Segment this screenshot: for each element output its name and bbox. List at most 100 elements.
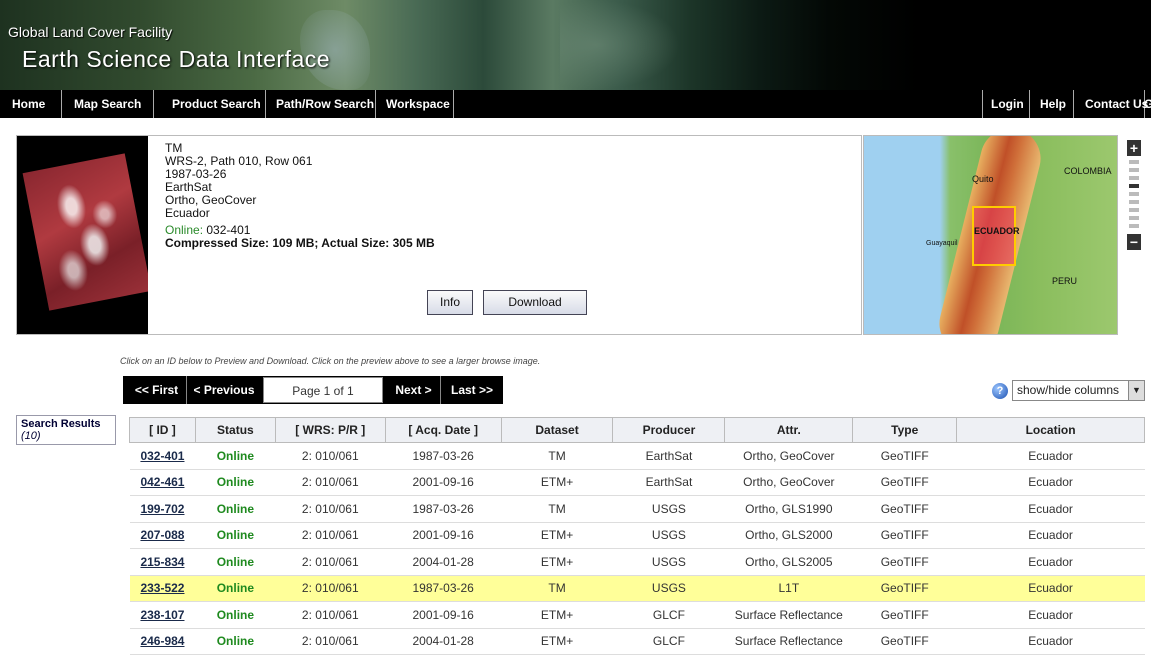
show-hide-columns-label: show/hide columns bbox=[1017, 383, 1120, 397]
zoom-level-tick[interactable] bbox=[1129, 224, 1139, 228]
chevron-down-icon[interactable]: ▼ bbox=[1128, 381, 1144, 400]
show-hide-columns-select[interactable]: show/hide columns ▼ bbox=[1012, 380, 1145, 401]
column-header-dataset: Dataset bbox=[500, 417, 614, 443]
table-row[interactable]: 215-834 Online 2: 010/061 2004-01-28 ETM+ USG… bbox=[129, 548, 1145, 576]
search-results-box: Search Results (10) bbox=[16, 415, 116, 445]
table-row[interactable]: 042-461 Online 2: 010/061 2001-09-16 ETM+ Ear… bbox=[129, 469, 1145, 496]
cell-status: Online bbox=[195, 522, 276, 549]
first-page-button[interactable]: << First bbox=[127, 376, 187, 404]
table-row[interactable]: 032-401 Online 2: 010/061 1987-03-26 TM Earth… bbox=[129, 442, 1145, 470]
cell-location: Ecuador bbox=[956, 469, 1145, 496]
cell-dataset: TM bbox=[501, 495, 613, 523]
map-label-colombia: COLOMBIA bbox=[1064, 166, 1112, 176]
cell-id[interactable]: 215-834 bbox=[129, 548, 196, 576]
cell-status: Online bbox=[195, 442, 276, 470]
scene-preview-panel: TM WRS-2, Path 010, Row 061 1987-03-26 E… bbox=[16, 135, 862, 335]
zoom-level-tick-current[interactable] bbox=[1129, 184, 1139, 188]
info-button[interactable]: Info bbox=[427, 290, 473, 315]
cell-wrs-path-row: 2: 010/061 bbox=[275, 548, 386, 576]
zoom-level-tick[interactable] bbox=[1129, 160, 1139, 164]
site-title: Earth Science Data Interface bbox=[22, 46, 331, 72]
cell-status: Online bbox=[195, 628, 276, 655]
scene-metadata: TM WRS-2, Path 010, Row 061 1987-03-26 E… bbox=[165, 142, 435, 250]
zoom-in-button[interactable]: + bbox=[1127, 140, 1141, 156]
table-row[interactable]: 246-984 Online 2: 010/061 2004-01-28 ETM+ GLC… bbox=[129, 628, 1145, 655]
cell-id[interactable]: 207-088 bbox=[129, 522, 196, 549]
nav-home[interactable]: Home bbox=[4, 90, 62, 118]
cell-type: GeoTIFF bbox=[852, 575, 957, 602]
cell-producer: EarthSat bbox=[612, 469, 725, 496]
zoom-out-button[interactable]: − bbox=[1127, 234, 1141, 250]
nav-contact-us[interactable]: Contact Us bbox=[1077, 90, 1148, 118]
map-label-peru: PERU bbox=[1052, 276, 1078, 286]
zoom-level-tick[interactable] bbox=[1129, 176, 1139, 180]
results-table: [ ID ] Status[ WRS: P/R ][ Acq. Date ] Dat… bbox=[129, 417, 1145, 655]
previous-page-button[interactable]: < Previous bbox=[189, 376, 259, 404]
zoom-level-tick[interactable] bbox=[1129, 168, 1139, 172]
map-label-ecuador: ECUADOR bbox=[974, 226, 1020, 236]
column-header-location: Location bbox=[956, 417, 1145, 443]
zoom-level-tick[interactable] bbox=[1129, 200, 1139, 204]
cell-id[interactable]: 042-461 bbox=[129, 469, 196, 496]
cell-id[interactable]: 246-984 bbox=[129, 628, 196, 655]
cell-status: Online bbox=[195, 548, 276, 576]
cell-status: Online bbox=[195, 469, 276, 496]
map-label-quito: Quito bbox=[972, 174, 994, 184]
cell-wrs-path-row: 2: 010/061 bbox=[275, 522, 386, 549]
cell-type: GeoTIFF bbox=[852, 628, 957, 655]
zoom-level-tick[interactable] bbox=[1129, 192, 1139, 196]
zoom-level-tick[interactable] bbox=[1129, 208, 1139, 212]
column-header-wrs-path-row[interactable]: [ WRS: P/R ] bbox=[274, 417, 386, 443]
cell-dataset: ETM+ bbox=[501, 469, 613, 496]
help-icon[interactable]: ? bbox=[992, 383, 1008, 399]
main-nav: Home Map Search Product Search Path/Row … bbox=[0, 90, 1151, 118]
cell-id[interactable]: 199-702 bbox=[129, 495, 196, 523]
cell-id[interactable]: 032-401 bbox=[129, 442, 196, 470]
nav-workspace[interactable]: Workspace bbox=[378, 90, 454, 118]
banner-coastline-imagery bbox=[560, 0, 680, 90]
cell-dataset: TM bbox=[501, 442, 613, 470]
cell-wrs-path-row: 2: 010/061 bbox=[275, 495, 386, 523]
cell-dataset: ETM+ bbox=[501, 548, 613, 576]
cell-acq-date: 2001-09-16 bbox=[385, 601, 502, 629]
cell-location: Ecuador bbox=[956, 575, 1145, 602]
cell-location: Ecuador bbox=[956, 442, 1145, 470]
search-results-count: (10) bbox=[21, 430, 41, 442]
cell-attributes: L1T bbox=[724, 575, 853, 602]
cell-wrs-path-row: 2: 010/061 bbox=[275, 469, 386, 496]
column-header-id[interactable]: [ ID ] bbox=[129, 417, 196, 443]
scene-browse-thumbnail[interactable] bbox=[17, 136, 148, 334]
scene-location: Ecuador bbox=[165, 206, 210, 220]
column-header-acq-date[interactable]: [ Acq. Date ] bbox=[384, 417, 502, 443]
scene-image[interactable] bbox=[22, 153, 148, 311]
nav-help[interactable]: Help bbox=[1032, 90, 1074, 118]
zoom-level-tick[interactable] bbox=[1129, 216, 1139, 220]
last-page-button[interactable]: Last >> bbox=[443, 376, 501, 404]
cell-wrs-path-row: 2: 010/061 bbox=[275, 628, 386, 655]
cell-acq-date: 2001-09-16 bbox=[385, 469, 502, 496]
map-zoom-control: + − bbox=[1127, 140, 1141, 250]
download-button[interactable]: Download bbox=[483, 290, 587, 315]
nav-product-search[interactable]: Product Search bbox=[164, 90, 266, 118]
online-id: 032-401 bbox=[206, 223, 251, 237]
cell-id[interactable]: 233-522 bbox=[129, 575, 196, 602]
next-page-button[interactable]: Next > bbox=[387, 376, 441, 404]
cell-attributes: Ortho, GeoCover bbox=[724, 469, 853, 496]
nav-map-search[interactable]: Map Search bbox=[66, 90, 154, 118]
cell-id[interactable]: 238-107 bbox=[129, 601, 196, 629]
cell-type: GeoTIFF bbox=[852, 469, 957, 496]
cell-acq-date: 1987-03-26 bbox=[385, 495, 502, 523]
table-row[interactable]: 238-107 Online 2: 010/061 2001-09-16 ETM+ GLC… bbox=[129, 601, 1145, 629]
location-map[interactable]: COLOMBIA Quito ECUADOR Guayaquil PERU bbox=[863, 135, 1118, 335]
nav-path-row-search[interactable]: Path/Row Search bbox=[268, 90, 376, 118]
cell-attributes: Ortho, GLS1990 bbox=[724, 495, 853, 523]
table-row[interactable]: 199-702 Online 2: 010/061 1987-03-26 TM USGS O… bbox=[129, 495, 1145, 523]
cell-type: GeoTIFF bbox=[852, 601, 957, 629]
map-label-guayaquil: Guayaquil bbox=[926, 240, 958, 247]
nav-login[interactable]: Login bbox=[982, 90, 1030, 118]
table-row[interactable]: 207-088 Online 2: 010/061 2001-09-16 ETM+ USG… bbox=[129, 522, 1145, 549]
nav-glcf[interactable]: GLC bbox=[1140, 90, 1151, 118]
table-row[interactable]: 233-522 Online 2: 010/061 1987-03-26 TM USGS L… bbox=[129, 575, 1145, 602]
cell-attributes: Ortho, GLS2005 bbox=[724, 548, 853, 576]
site-subtitle: Global Land Cover Facility bbox=[8, 24, 173, 40]
